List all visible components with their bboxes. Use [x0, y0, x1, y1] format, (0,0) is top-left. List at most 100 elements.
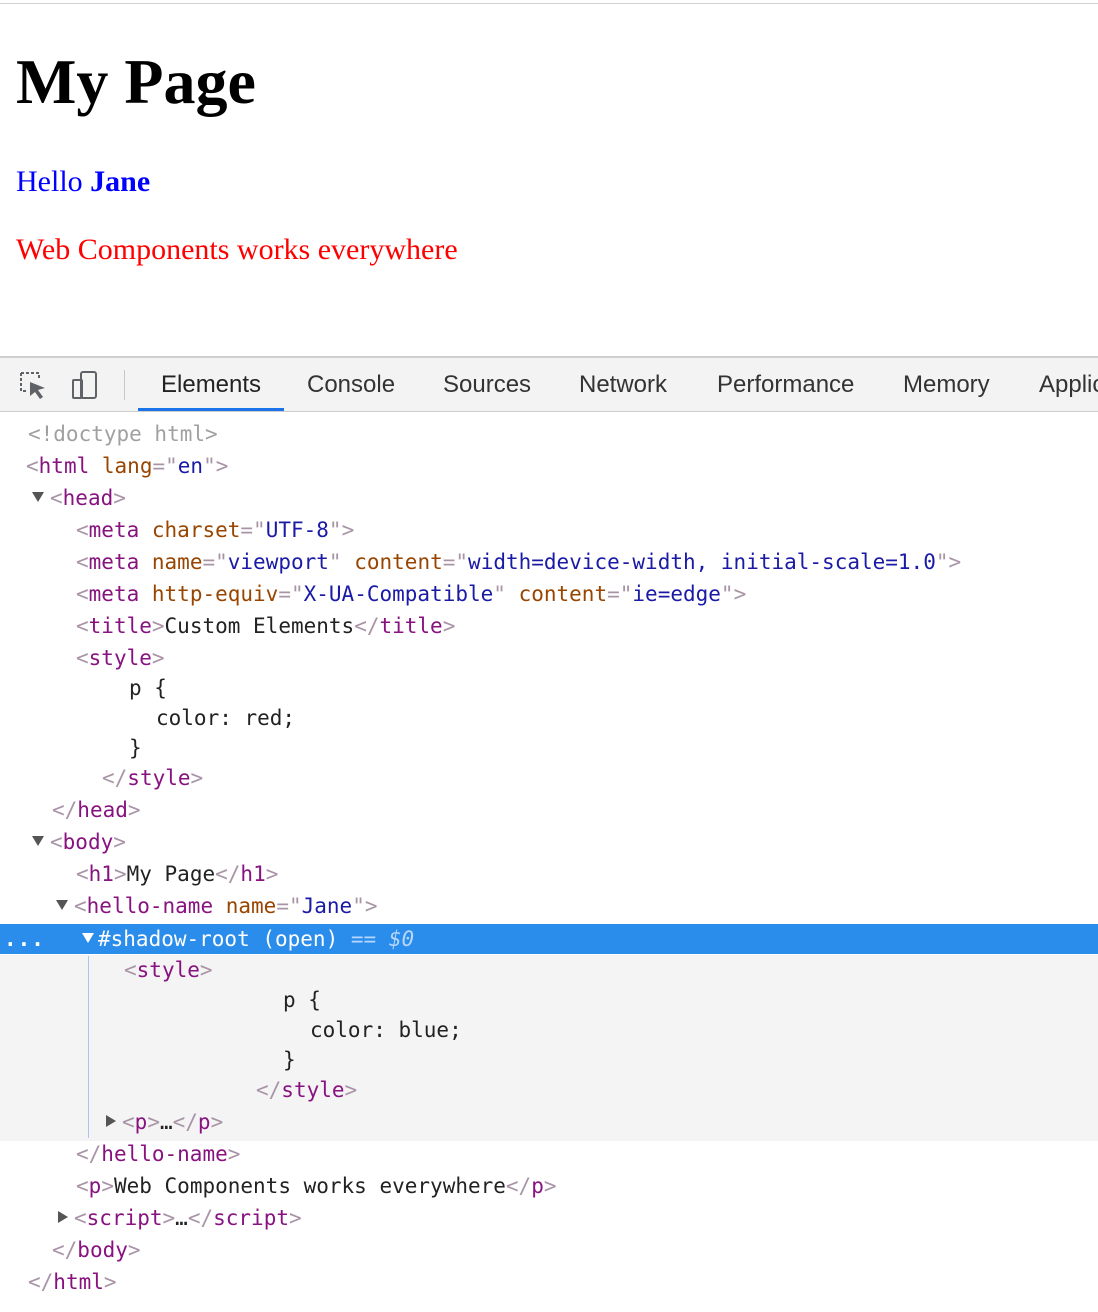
tab-memory[interactable]: Memory — [903, 358, 990, 411]
content-attr: content — [354, 550, 443, 574]
script-tag: script — [86, 1206, 163, 1230]
hello-name-bold: Jane — [90, 165, 151, 198]
tree-row-html-close[interactable]: </html> — [0, 1266, 1098, 1298]
style-close-tag: style — [281, 1078, 345, 1102]
expand-arrow-icon[interactable] — [56, 900, 68, 910]
hello-name-tag: hello-name — [86, 894, 214, 918]
tree-row-shadow-root[interactable]: ... #shadow-root (open) == $0 — [0, 923, 1098, 955]
hello-name-close-tag: hello-name — [101, 1142, 228, 1166]
tree-row-body[interactable]: <body> — [0, 826, 1098, 858]
tree-row-shadow-css-close: } — [0, 1044, 1098, 1076]
title-text: Custom Elements — [164, 614, 355, 638]
ie-content-value: ie=edge — [632, 582, 721, 606]
content-attr: content — [518, 582, 608, 606]
tree-row-hello-name-close[interactable]: </hello-name> — [0, 1138, 1098, 1170]
tab-elements[interactable]: Elements — [161, 358, 261, 411]
h1-text: My Page — [126, 862, 216, 886]
tree-row-style[interactable]: <style> — [0, 642, 1098, 674]
tree-row-doctype[interactable]: <!doctype html> — [0, 418, 1098, 450]
head-tag: head — [62, 486, 114, 510]
css-blue-declaration: color: blue; — [310, 1018, 462, 1042]
p-close-tag: p — [531, 1174, 544, 1198]
body-tag: body — [62, 830, 114, 854]
css-selector-text: p { — [129, 676, 167, 700]
tree-row-meta-viewport[interactable]: <meta name="viewport" content="width=dev… — [0, 546, 1098, 578]
inspect-element-icon[interactable] — [18, 370, 48, 400]
p-tag: p — [134, 1110, 148, 1134]
dom-tree: <!doctype html> <html lang="en"> <head> … — [0, 412, 1098, 1312]
tree-row-shadow-p[interactable]: <p>…</p> — [0, 1106, 1098, 1138]
tree-row-css-close: } — [0, 732, 1098, 764]
tree-row-hello-name[interactable]: <hello-name name="Jane"> — [0, 890, 1098, 922]
tree-row-html[interactable]: <html lang="en"> — [0, 450, 1098, 482]
tree-row-script[interactable]: <script>…</script> — [0, 1202, 1098, 1234]
css-red-declaration: color: red; — [156, 706, 296, 730]
h1-tag: h1 — [88, 862, 114, 886]
http-equiv-attr: http-equiv — [151, 582, 279, 606]
active-tab-indicator — [138, 408, 284, 411]
toolbar-separator — [124, 370, 125, 400]
tree-row-p[interactable]: <p>Web Components works everywhere</p> — [0, 1170, 1098, 1202]
tab-console[interactable]: Console — [307, 358, 395, 411]
console-ref-equals: == — [350, 927, 377, 951]
shadow-root-label: #shadow-root (open) — [98, 927, 339, 951]
meta-tag: meta — [88, 518, 140, 542]
tree-row-style-close[interactable]: </style> — [0, 762, 1098, 794]
charset-attr: charset — [151, 518, 241, 542]
charset-value: UTF-8 — [265, 518, 329, 542]
html-close-tag: html — [53, 1270, 104, 1294]
p-text: Web Components works everywhere — [113, 1174, 506, 1198]
doctype-text: <!doctype html> — [28, 422, 218, 446]
lang-value: en — [177, 454, 204, 478]
tree-row-shadow-style-close[interactable]: </style> — [0, 1074, 1098, 1106]
collapse-arrow-icon[interactable] — [106, 1115, 116, 1127]
page-heading: My Page — [16, 46, 256, 117]
tree-row-h1[interactable]: <h1>My Page</h1> — [0, 858, 1098, 890]
collapse-arrow-icon[interactable] — [58, 1211, 68, 1223]
h1-close-tag: h1 — [240, 862, 266, 886]
style-tag: style — [136, 958, 200, 982]
head-close-tag: head — [77, 798, 128, 822]
tree-row-meta-charset[interactable]: <meta charset="UTF-8"> — [0, 514, 1098, 546]
tree-row-head-close[interactable]: </head> — [0, 794, 1098, 826]
tree-row-css-declaration: color: red; — [0, 702, 1098, 734]
collapsed-ellipsis: … — [175, 1206, 188, 1230]
tree-row-meta-http-equiv[interactable]: <meta http-equiv="X-UA-Compatible" conte… — [0, 578, 1098, 610]
web-components-paragraph: Web Components works everywhere — [16, 233, 458, 266]
viewport-content-value: width=device-width, initial-scale=1.0 — [468, 550, 936, 574]
collapsed-ellipsis: … — [159, 1110, 173, 1134]
hello-paragraph: Hello Jane — [16, 164, 150, 200]
tab-sources[interactable]: Sources — [443, 358, 531, 411]
page-top-border — [0, 3, 1098, 4]
tree-row-head[interactable]: <head> — [0, 482, 1098, 514]
rendered-page: My Page Hello Jane Web Components works … — [0, 0, 1098, 356]
html-tag: html — [38, 454, 90, 478]
device-toolbar-icon[interactable] — [70, 370, 100, 400]
hello-name-value: Jane — [301, 894, 353, 918]
tree-row-shadow-css-selector: p { — [0, 984, 1098, 1016]
css-selector-text: p { — [283, 988, 321, 1012]
style-close-tag: style — [127, 766, 191, 790]
tree-row-shadow-style[interactable]: <style> — [0, 954, 1098, 986]
expand-arrow-icon[interactable] — [32, 836, 44, 846]
tab-application[interactable]: Applic — [1039, 358, 1098, 411]
tree-row-title[interactable]: <title>Custom Elements</title> — [0, 610, 1098, 642]
viewport-value: viewport — [227, 550, 329, 574]
tree-row-body-close[interactable]: </body> — [0, 1234, 1098, 1266]
http-equiv-value: X-UA-Compatible — [303, 582, 494, 606]
title-close-tag: title — [379, 614, 443, 638]
tab-performance[interactable]: Performance — [717, 358, 854, 411]
devtools-panel: Elements Console Sources Network Perform… — [0, 356, 1098, 1312]
style-tag: style — [88, 646, 152, 670]
devtools-toolbar: Elements Console Sources Network Perform… — [0, 358, 1098, 412]
row-actions-menu[interactable]: ... — [4, 923, 45, 955]
script-close-tag: script — [213, 1206, 289, 1230]
expand-arrow-icon[interactable] — [32, 492, 44, 502]
p-tag: p — [88, 1174, 102, 1198]
hello-prefix: Hello — [16, 165, 91, 198]
expand-arrow-icon[interactable] — [82, 933, 94, 943]
css-close-brace: } — [283, 1048, 296, 1072]
name-attr: name — [151, 550, 203, 574]
tab-network[interactable]: Network — [579, 358, 667, 411]
p-close-tag: p — [197, 1110, 211, 1134]
